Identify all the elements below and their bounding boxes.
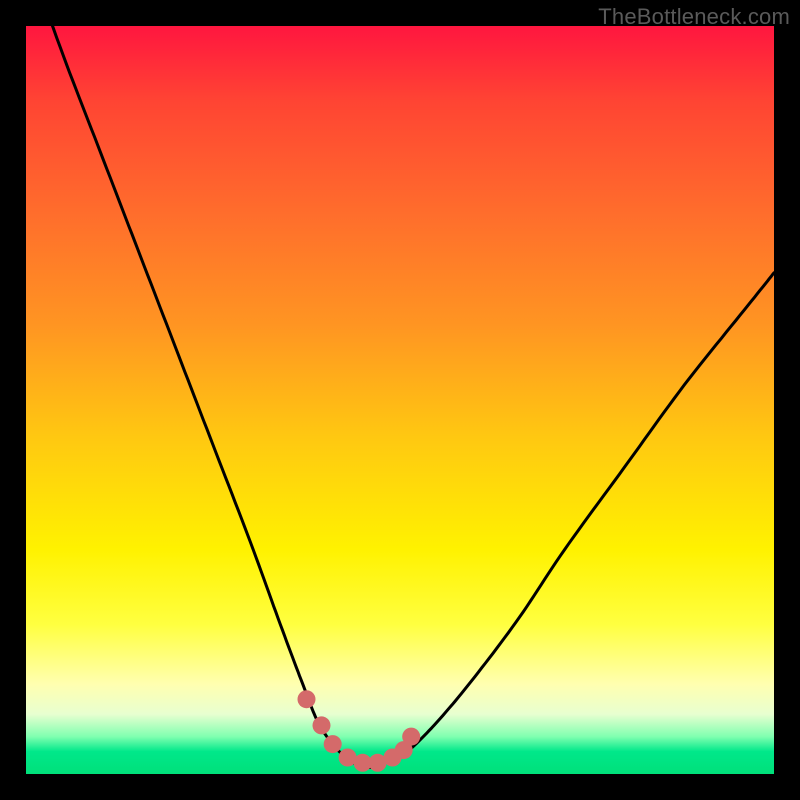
highlight-dot — [402, 728, 420, 746]
watermark-text: TheBottleneck.com — [598, 4, 790, 30]
highlight-dot — [324, 735, 342, 753]
bottleneck-curve — [26, 0, 774, 767]
highlight-dots — [298, 690, 421, 772]
highlight-dot — [313, 716, 331, 734]
plot-area — [26, 26, 774, 774]
chart-frame: TheBottleneck.com — [0, 0, 800, 800]
highlight-dot — [298, 690, 316, 708]
chart-svg — [26, 26, 774, 774]
